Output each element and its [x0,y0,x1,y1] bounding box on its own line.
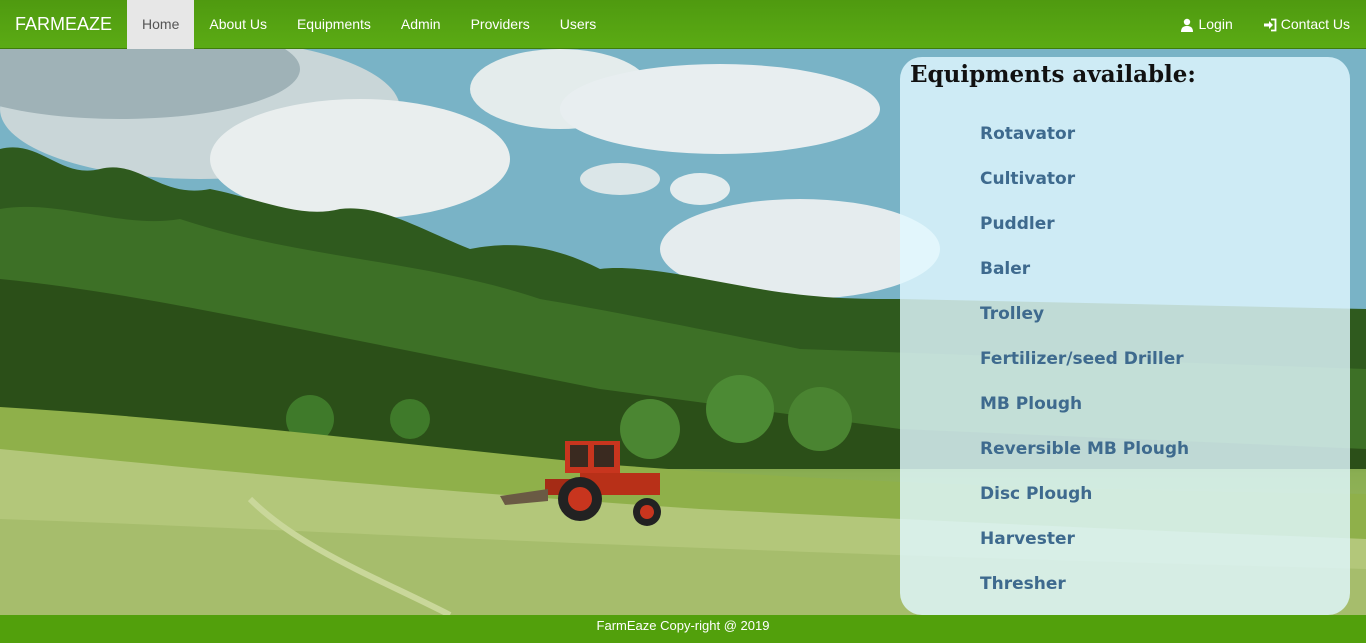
list-item: Thresher [980,574,1066,594]
footer: FarmEaze Copy-right @ 2019 [0,615,1366,643]
list-item: Reversible MB Plough [980,439,1190,459]
equipment-panel: Equipments available: Rotavator Cultivat… [900,57,1350,615]
contact-us-label: Contact Us [1280,16,1350,32]
list-item: Disc Plough [980,484,1093,504]
navbar: FARMEAZE Home About Us Equipments Admin … [0,0,1366,49]
nav-admin[interactable]: Admin [386,0,456,49]
user-icon [1181,18,1194,32]
contact-us-link[interactable]: Contact Us [1248,0,1366,49]
login-arrow-icon [1263,18,1277,31]
login-link[interactable]: Login [1165,0,1247,49]
list-item: Trolley [980,304,1045,324]
nav-home[interactable]: Home [127,0,195,49]
list-item: Baler [980,259,1031,279]
list-item: Rotavator [980,124,1076,144]
list-item: Fertilizer/seed Driller [980,349,1184,369]
list-item: MB Plough [980,394,1083,414]
list-item: Puddler [980,214,1055,234]
list-item: Cultivator [980,169,1076,189]
brand-logo[interactable]: FARMEAZE [0,0,127,49]
panel-title: Equipments available: [910,61,1196,88]
nav-providers[interactable]: Providers [456,0,545,49]
footer-copyright: FarmEaze Copy-right @ 2019 [596,618,770,633]
nav-equipments[interactable]: Equipments [282,0,386,49]
equipment-list: Rotavator Cultivator Puddler Baler Troll… [980,123,1189,618]
nav-users[interactable]: Users [545,0,612,49]
nav-right: Login Contact Us [1165,0,1366,48]
list-item: Harvester [980,529,1075,549]
nav-about-us[interactable]: About Us [194,0,282,49]
login-label: Login [1198,16,1233,32]
